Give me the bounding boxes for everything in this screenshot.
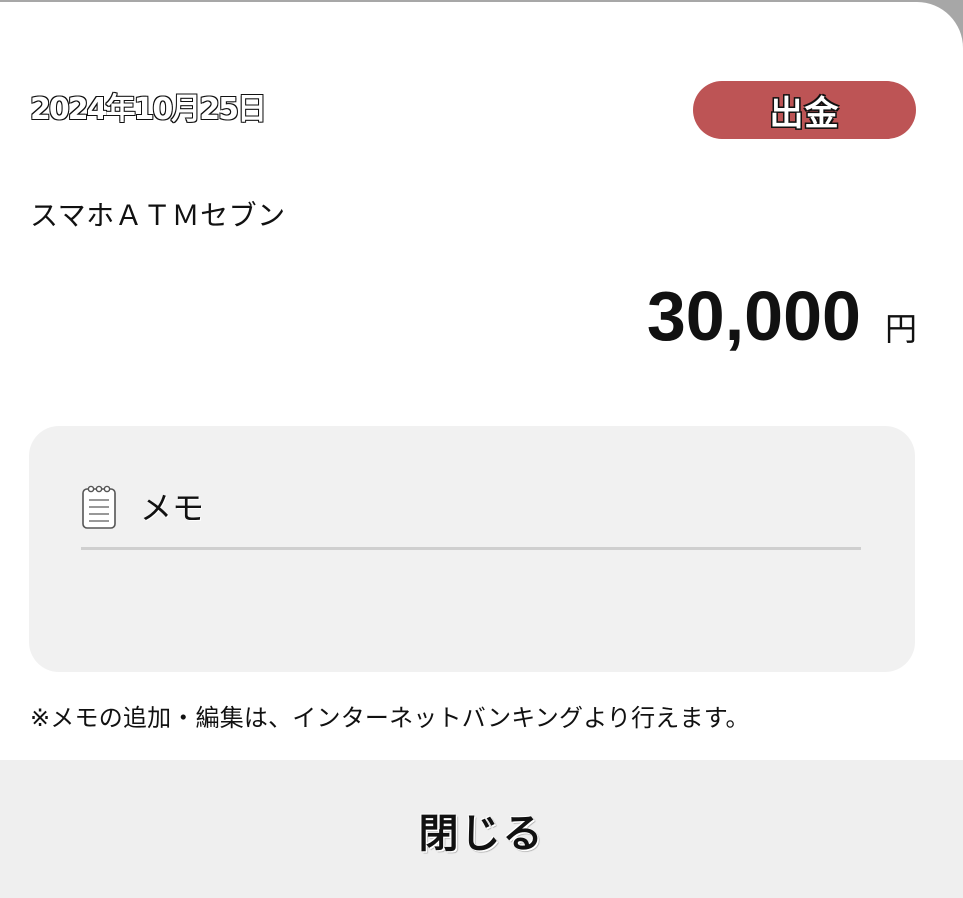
notepad-icon [82,485,116,529]
close-button[interactable]: 閉じる [0,760,963,898]
withdrawal-badge: 出金 [693,81,916,139]
amount-value: 30,000 [646,277,861,355]
memo-panel: メモ [29,426,915,672]
withdrawal-badge-label: 出金 [769,93,840,134]
close-button-label: 閉じる [418,811,545,857]
currency-unit: 円 [884,310,917,348]
transaction-date: 2024年10月25日 [29,91,268,128]
memo-divider [81,547,861,550]
memo-edit-note: ※メモの追加・編集は、インターネットバンキングより行えます。 [30,704,750,732]
merchant-name: スマホＡＴＭセブン [30,199,286,232]
transaction-detail-sheet: 2024年10月25日 出金 スマホＡＴＭセブン 30,000 円 メモ ※メモ… [0,2,963,898]
memo-label: メモ [140,489,205,527]
amount-row: 30,000 円 [647,274,917,358]
